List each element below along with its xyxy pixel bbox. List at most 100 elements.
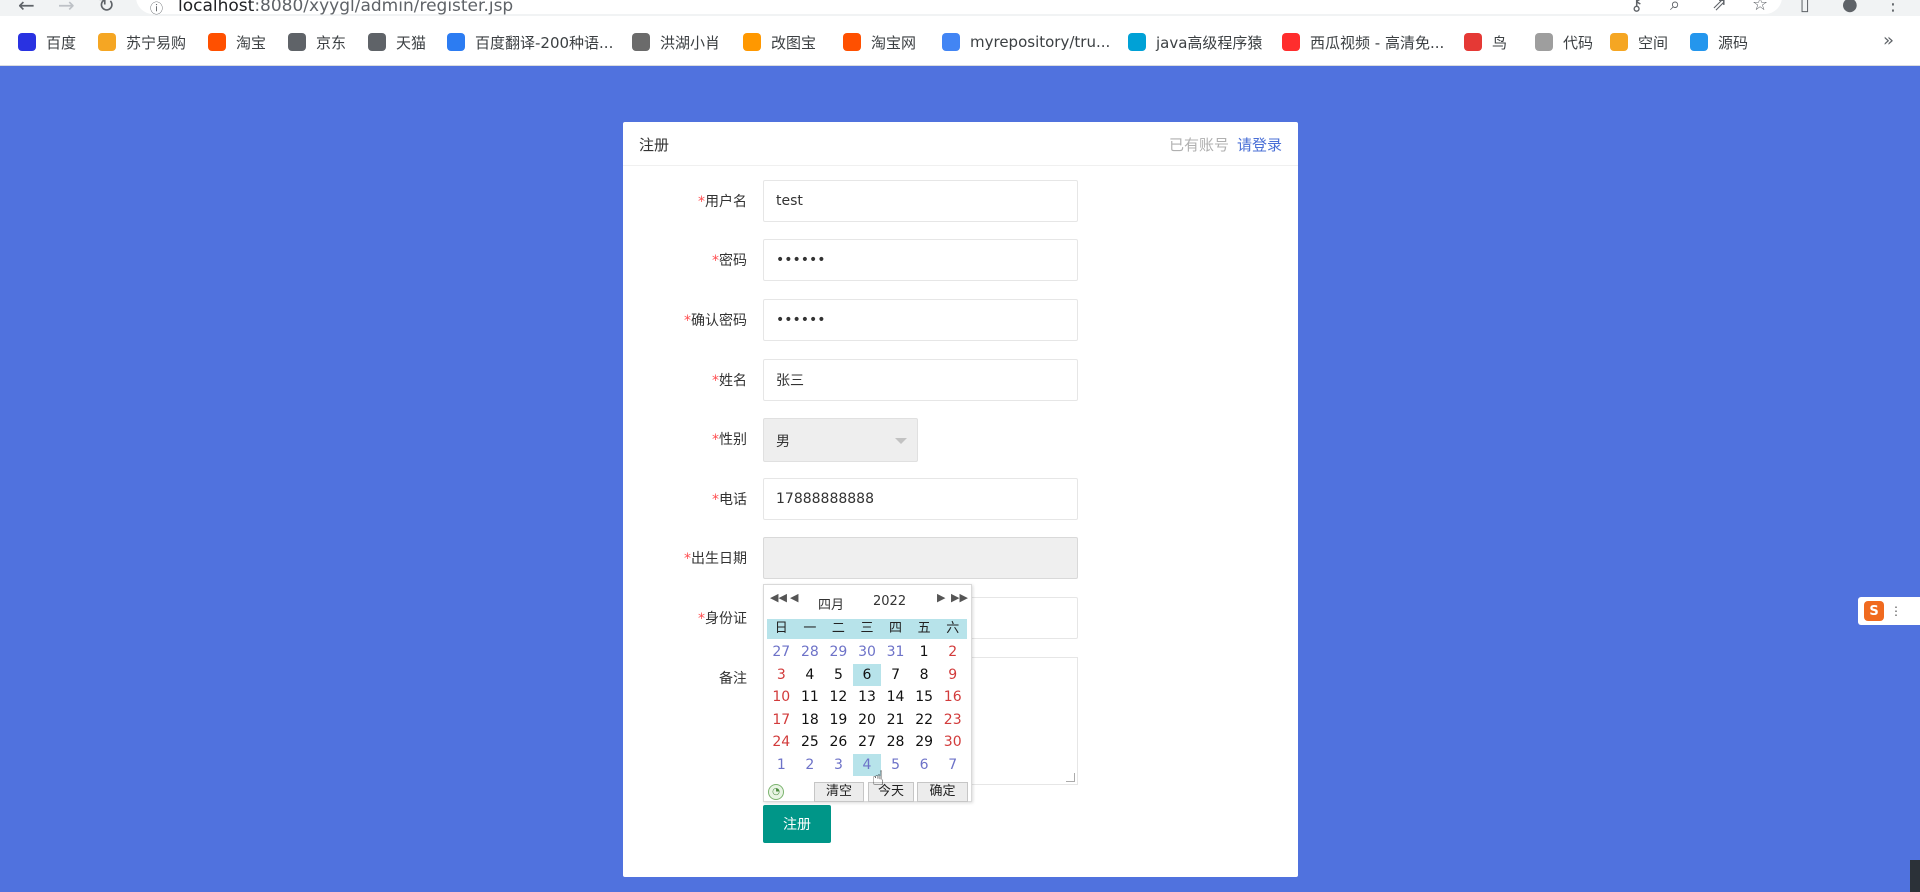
browser-toolbar: ← → ↻ ⓘ localhost:8080/xyygl/admin/regis… [0, 0, 1920, 16]
ime-floating-widget[interactable]: S ⋮ [1858, 597, 1920, 625]
day-cell[interactable]: 26 [824, 731, 853, 754]
bookmark-label: 京东 [316, 33, 347, 52]
day-cell[interactable]: 9 [938, 664, 967, 687]
day-cell[interactable]: 27 [853, 731, 882, 754]
bookmark-item[interactable]: 洪湖小肖 [632, 32, 720, 52]
key-icon[interactable]: ⚷ [1630, 0, 1643, 15]
day-cell[interactable]: 11 [796, 686, 825, 709]
day-cell[interactable]: 29 [910, 731, 939, 754]
day-cell[interactable]: 25 [796, 731, 825, 754]
clear-button[interactable]: 清空 [814, 782, 864, 802]
bookmark-item[interactable]: 淘宝 [208, 32, 266, 52]
day-cell[interactable]: 4 [796, 664, 825, 687]
username-input[interactable] [763, 180, 1078, 222]
next-year-icon[interactable]: ▶▶ [951, 591, 968, 604]
prev-year-icon[interactable]: ◀◀ [770, 591, 787, 604]
bookmark-item[interactable]: 京东 [288, 32, 346, 52]
name-input[interactable] [763, 359, 1078, 401]
day-cell[interactable]: 20 [853, 709, 882, 732]
resize-grip-icon[interactable] [1066, 773, 1075, 782]
day-cell[interactable]: 10 [767, 686, 796, 709]
sidebar-icon[interactable]: ▯ [1800, 0, 1810, 15]
day-cell[interactable]: 7 [881, 664, 910, 687]
sogou-logo-icon: S [1864, 601, 1884, 621]
day-cell[interactable]: 12 [824, 686, 853, 709]
day-cell[interactable]: 14 [881, 686, 910, 709]
gender-select[interactable]: 男 [763, 418, 918, 462]
register-submit-button[interactable]: 注册 [763, 805, 831, 843]
share-icon[interactable]: ⇗ [1712, 0, 1727, 15]
day-cell[interactable]: 27 [767, 641, 796, 664]
day-cell[interactable]: 30 [938, 731, 967, 754]
day-cell[interactable]: 21 [881, 709, 910, 732]
day-cell[interactable]: 6 [852, 663, 882, 686]
day-cell[interactable]: 17 [767, 709, 796, 732]
bookmark-item[interactable]: myrepository/tru... [942, 32, 1110, 52]
bookmark-item[interactable]: 代码 [1535, 32, 1593, 52]
day-cell[interactable]: 1 [910, 641, 939, 664]
day-cell[interactable]: 24 [767, 731, 796, 754]
date-picker: ◀◀ ◀ 四月 2022 ▶ ▶▶ 日一二三四五六 27 28 29 30 31 1 2 3 4… [763, 584, 972, 802]
bookmark-item[interactable]: 苏宁易购 [98, 32, 186, 52]
day-cell[interactable]: 15 [910, 686, 939, 709]
month-selector[interactable]: 四月 [818, 594, 844, 613]
handle-icon[interactable]: ⋮ [1890, 604, 1902, 618]
day-cell[interactable]: 7 [938, 754, 967, 777]
bookmark-item[interactable]: 百度翻译-200种语... [447, 32, 613, 52]
day-cell[interactable]: 31 [881, 641, 910, 664]
phone-input[interactable] [763, 478, 1078, 520]
day-cell[interactable]: 23 [938, 709, 967, 732]
menu-icon[interactable]: ⋮ [1884, 0, 1902, 15]
address-bar[interactable]: ⓘ localhost:8080/xyygl/admin/register.js… [136, 0, 1782, 16]
prev-month-icon[interactable]: ◀ [790, 591, 798, 604]
next-month-icon[interactable]: ▶ [937, 591, 945, 604]
bookmark-item[interactable]: 改图宝 [743, 32, 816, 52]
info-icon[interactable]: ⓘ [150, 0, 163, 16]
day-cell[interactable]: 5 [824, 664, 853, 687]
password-row: *密码 [623, 239, 1298, 281]
zoom-icon[interactable]: ⌕ [1670, 0, 1680, 15]
day-cell[interactable]: 3 [824, 754, 853, 777]
day-cell[interactable]: 2 [796, 754, 825, 777]
time-clock-icon[interactable]: ◔ [768, 784, 784, 800]
password-input[interactable] [763, 239, 1078, 281]
star-icon[interactable]: ☆ [1752, 0, 1768, 15]
bookmark-item[interactable]: 西瓜视频 - 高清免... [1282, 32, 1444, 52]
profile-icon[interactable]: ● [1842, 0, 1858, 15]
day-cell[interactable]: 29 [824, 641, 853, 664]
bookmark-item[interactable]: 鸟 [1464, 32, 1507, 52]
confirm-password-input[interactable] [763, 299, 1078, 341]
bookmark-label: 百度 [46, 33, 77, 52]
bookmark-item[interactable]: 淘宝网 [843, 32, 916, 52]
login-link[interactable]: 请登录 [1237, 136, 1282, 154]
birthday-input[interactable] [763, 537, 1078, 579]
ok-button[interactable]: 确定 [917, 782, 968, 802]
card-title: 注册 [639, 136, 670, 154]
day-cell[interactable]: 2 [938, 641, 967, 664]
day-cell[interactable]: 19 [824, 709, 853, 732]
day-cell[interactable]: 1 [767, 754, 796, 777]
day-cell[interactable]: 16 [938, 686, 967, 709]
day-cell[interactable]: 22 [910, 709, 939, 732]
day-cell[interactable]: 28 [881, 731, 910, 754]
reload-icon[interactable]: ↻ [98, 0, 115, 16]
day-cell[interactable]: 28 [796, 641, 825, 664]
back-arrow-icon[interactable]: ← [18, 0, 35, 16]
bookmark-item[interactable]: 天猫 [368, 32, 426, 52]
bookmark-label: myrepository/tru... [970, 33, 1111, 51]
bookmarks-overflow-button[interactable]: » [1883, 30, 1894, 51]
day-cell[interactable]: 3 [767, 664, 796, 687]
bookmark-item[interactable]: 百度 [18, 32, 76, 52]
day-cell[interactable]: 18 [796, 709, 825, 732]
day-cell[interactable]: 5 [881, 754, 910, 777]
day-cell[interactable]: 6 [910, 754, 939, 777]
bookmark-item[interactable]: java高级程序猿 [1128, 32, 1262, 52]
bookmark-label: 代码 [1563, 33, 1594, 52]
day-cell[interactable]: 13 [853, 686, 882, 709]
year-selector[interactable]: 2022 [873, 594, 906, 609]
bookmark-item[interactable]: 源码 [1690, 32, 1748, 52]
bookmark-item[interactable]: 空间 [1610, 32, 1668, 52]
forward-arrow-icon[interactable]: → [58, 0, 75, 16]
day-cell[interactable]: 8 [910, 664, 939, 687]
day-cell[interactable]: 30 [853, 641, 882, 664]
